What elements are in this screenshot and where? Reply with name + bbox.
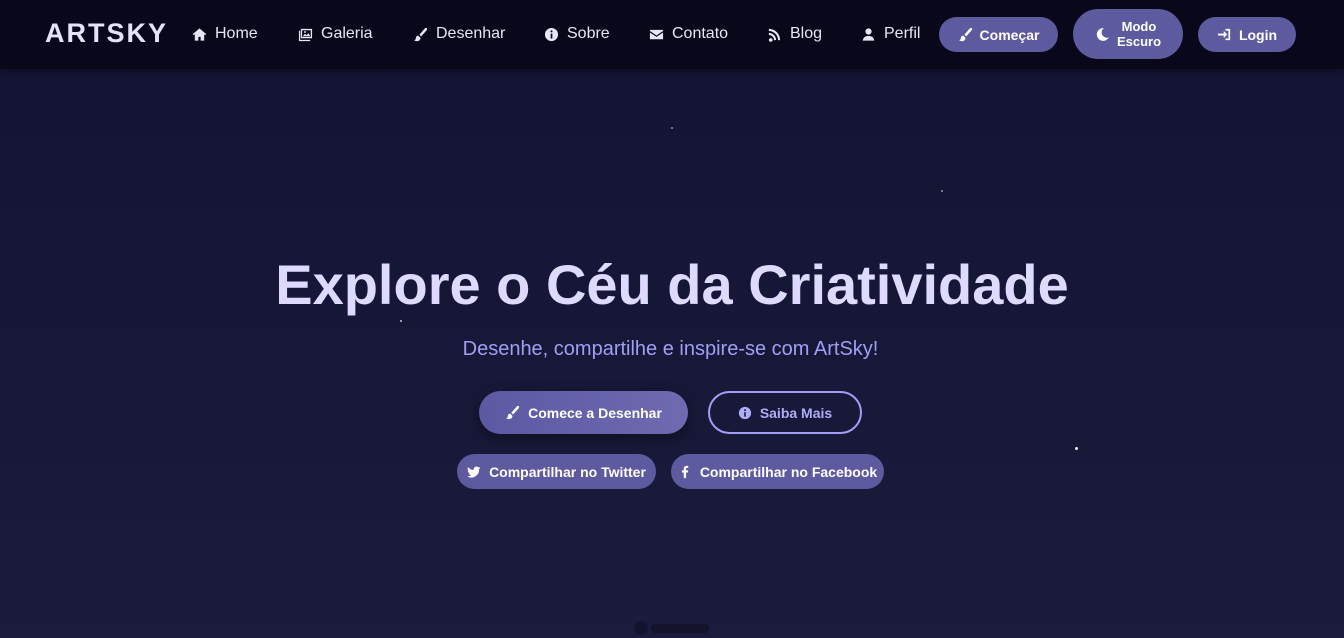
navbar: ARTSKY Home Galeria Desenhar Sobre Conta… (0, 0, 1344, 69)
nav-item-label: Blog (790, 25, 823, 42)
facebook-icon (681, 465, 689, 478)
star-decoration (400, 320, 402, 322)
dark-mode-toggle[interactable]: Modo Escuro (1073, 9, 1183, 59)
nav-item-blog[interactable]: Blog (767, 23, 822, 45)
nav-item-label: Galeria (321, 25, 373, 42)
star-decoration (671, 127, 673, 129)
footer-logo-icon (634, 621, 648, 635)
start-drawing-label: Comece a Desenhar (528, 404, 662, 421)
start-button-label: Começar (979, 26, 1040, 43)
nav-item-label: Sobre (567, 25, 610, 42)
nav-item-galeria[interactable]: Galeria (298, 23, 373, 45)
brush-icon (414, 27, 428, 41)
page: ARTSKY Home Galeria Desenhar Sobre Conta… (0, 0, 1344, 638)
login-button[interactable]: Login (1198, 17, 1296, 52)
hero-title: Explore o Céu da Criatividade (275, 253, 1069, 316)
dark-mode-label-line2: Escuro (1116, 34, 1162, 49)
envelope-icon (649, 29, 664, 39)
nav-item-desenhar[interactable]: Desenhar (413, 23, 505, 45)
nav-item-label: Contato (672, 25, 729, 42)
info-icon (544, 27, 559, 41)
nav-item-contato[interactable]: Contato (649, 23, 728, 45)
hero-subtitle: Desenhe, compartilhe e inspire-se com Ar… (462, 338, 879, 360)
info-icon (738, 406, 751, 419)
star-decoration (1075, 447, 1078, 450)
login-button-label: Login (1238, 26, 1278, 43)
start-drawing-button[interactable]: Comece a Desenhar (479, 391, 688, 434)
share-facebook-label: Compartilhar no Facebook (699, 463, 878, 480)
user-icon (862, 27, 875, 41)
footer-logo-text (651, 623, 709, 633)
sign-in-icon (1217, 28, 1231, 41)
star-decoration (941, 190, 943, 192)
share-twitter-label: Compartilhar no Twitter (489, 463, 646, 480)
twitter-icon (467, 466, 481, 478)
brush-icon (958, 27, 972, 42)
learn-more-button[interactable]: Saiba Mais (708, 391, 862, 434)
nav-item-label: Home (215, 25, 258, 42)
nav-item-home[interactable]: Home (192, 23, 258, 45)
share-facebook-button[interactable]: Compartilhar no Facebook (671, 454, 884, 489)
dark-mode-label: Modo Escuro (1117, 19, 1161, 49)
learn-more-label: Saiba Mais (759, 404, 833, 421)
start-button[interactable]: Começar (939, 17, 1058, 52)
gallery-icon (298, 28, 313, 41)
footer-logo-faint (634, 620, 710, 636)
blog-icon (768, 28, 781, 42)
home-icon (192, 27, 207, 41)
logo[interactable]: ARTSKY (45, 17, 168, 49)
nav-item-perfil[interactable]: Perfil (861, 23, 920, 45)
dark-mode-label-line1: Modo (1121, 19, 1157, 34)
moon-icon (1096, 27, 1109, 41)
nav-item-label: Desenhar (436, 25, 506, 42)
nav-item-sobre[interactable]: Sobre (544, 23, 610, 45)
share-twitter-button[interactable]: Compartilhar no Twitter (457, 454, 656, 489)
nav-item-label: Perfil (884, 25, 921, 42)
brush-icon (506, 405, 520, 420)
